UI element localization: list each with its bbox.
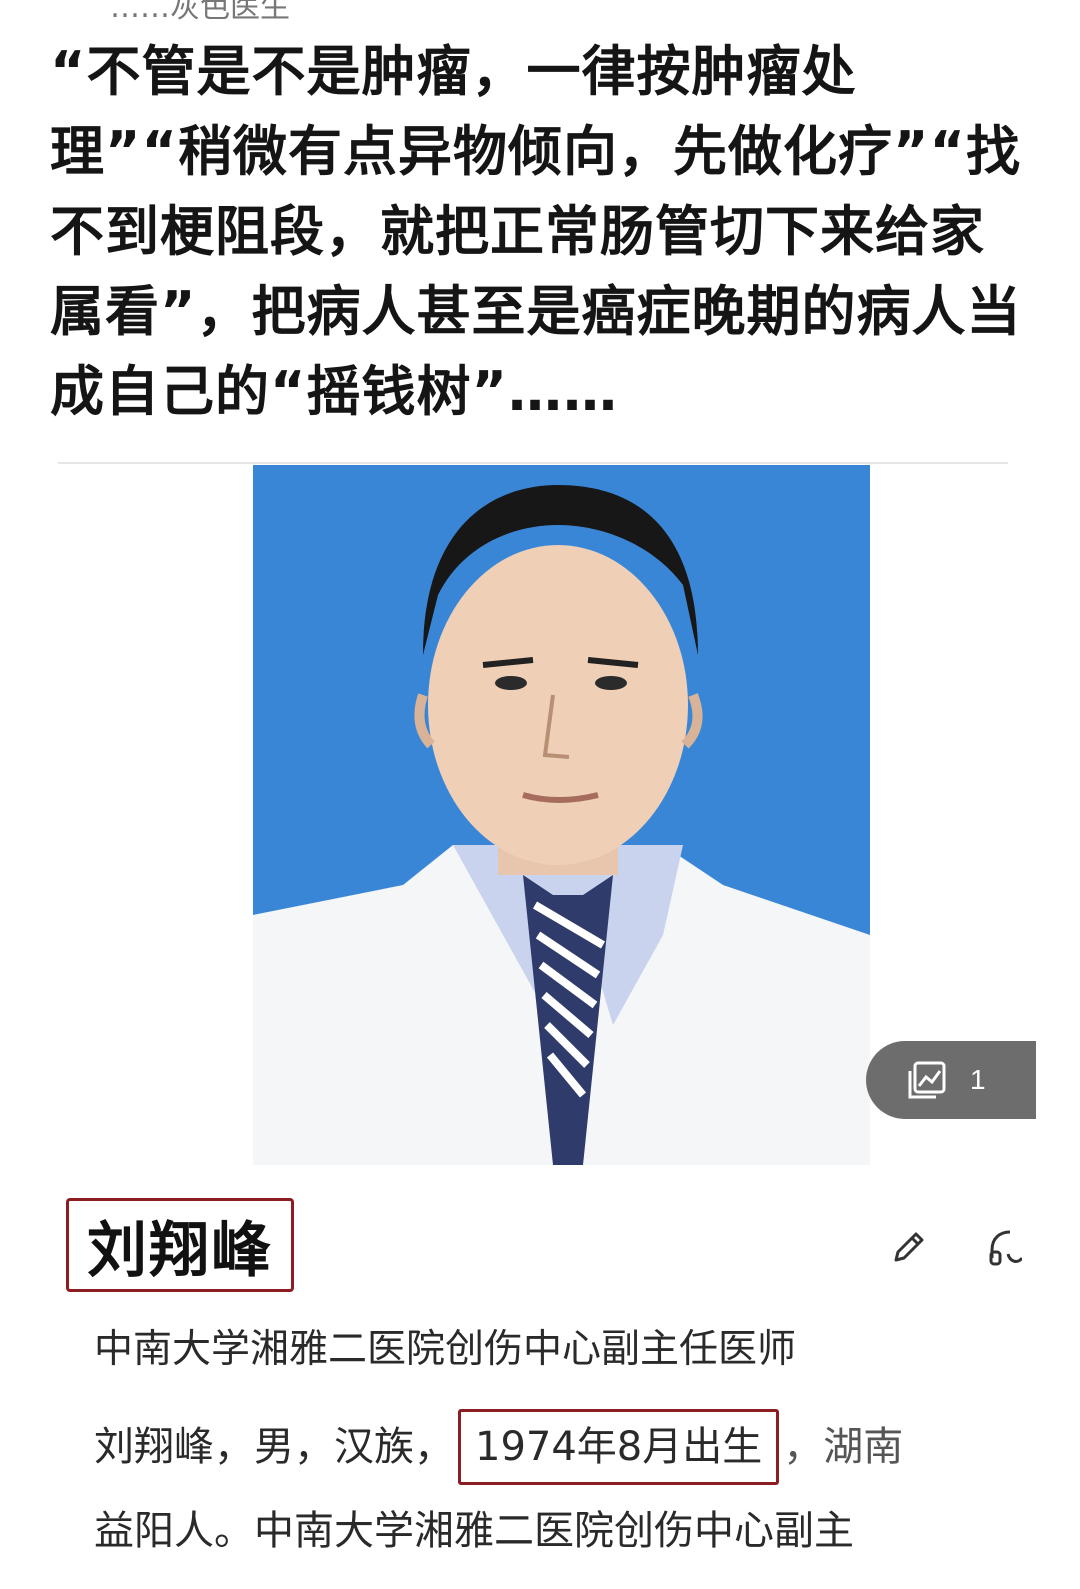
divider	[58, 462, 1008, 464]
birth-date-highlight: 1974年8月出生	[458, 1409, 780, 1485]
top-cropped-text: ……灰色医生	[0, 0, 1080, 20]
pencil-icon[interactable]	[890, 1228, 928, 1266]
doctor-name: 刘翔峰	[87, 1215, 273, 1286]
doctor-portrait	[253, 465, 870, 1165]
doctor-bio: 刘翔峰，男，汉族， 1974年8月出生 ，湖南 益阳人。中南大学湘雅二医院创伤中心副…	[94, 1405, 1014, 1573]
doctor-name-box: 刘翔峰	[66, 1198, 294, 1292]
cropped-heading: ……灰色医生	[110, 0, 290, 20]
bio-line-1: 刘翔峰，男，汉族， 1974年8月出生 ，湖南	[94, 1405, 1014, 1489]
doctor-title: 中南大学湘雅二医院创伤中心副主任医师	[94, 1327, 797, 1372]
bio-text-2: ，湖南	[783, 1424, 904, 1470]
gallery-count-badge[interactable]: 1	[866, 1041, 1036, 1119]
article-headline: “不管是不是肿瘤，一律按肿瘤处理”“稍微有点异物倾向，先做化疗”“找不到梗阻段，…	[50, 40, 1022, 423]
headphones-icon[interactable]	[988, 1228, 1022, 1268]
bio-line-2: 益阳人。中南大学湘雅二医院创伤中心副主	[94, 1508, 854, 1554]
gallery-icon	[908, 1061, 946, 1099]
gallery-count: 1	[970, 1064, 986, 1095]
bio-text-1: 刘翔峰，男，汉族，	[94, 1424, 454, 1470]
doctor-photo[interactable]	[253, 465, 870, 1165]
